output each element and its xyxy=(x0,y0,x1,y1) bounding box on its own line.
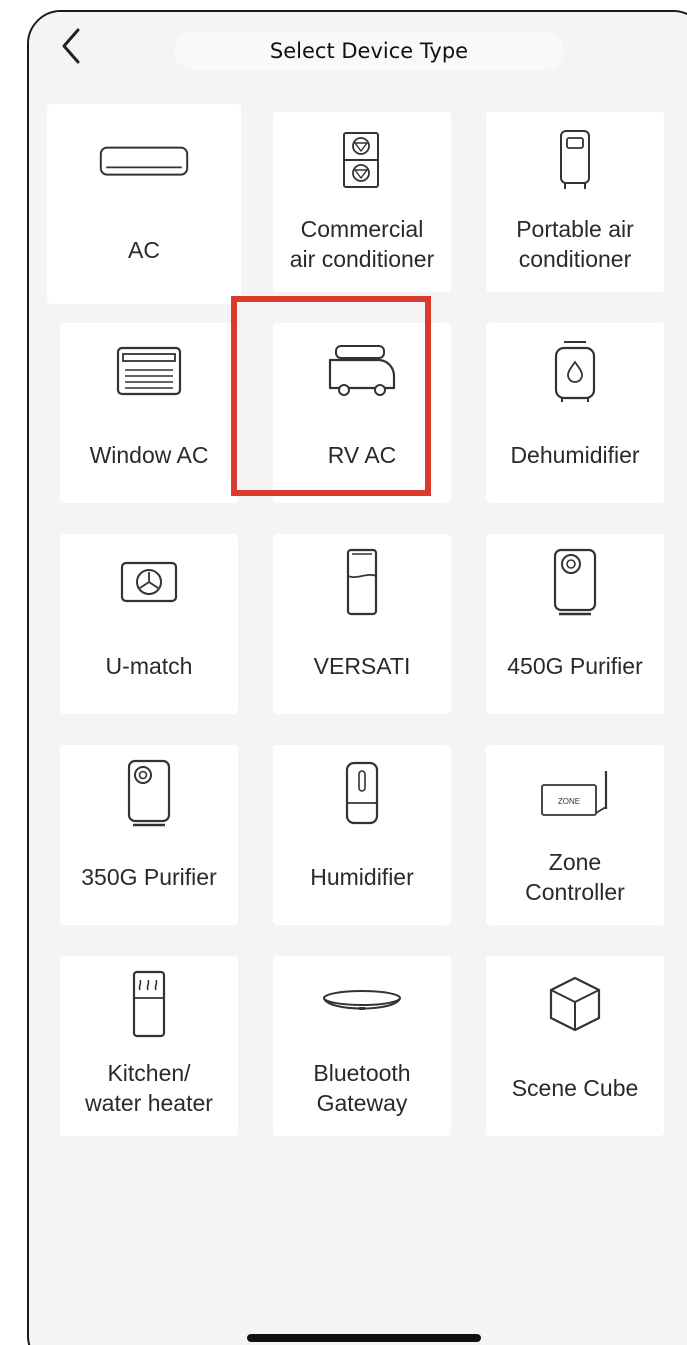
device-label: 350G Purifier xyxy=(81,864,217,890)
device-label: Zone Controller xyxy=(525,849,625,905)
dehumidifier-icon xyxy=(530,337,620,405)
device-card-zone-controller[interactable]: ZONE Zone Controller xyxy=(486,745,664,925)
back-button[interactable] xyxy=(51,26,91,66)
device-label: VERSATI xyxy=(313,653,411,679)
device-label: Commercial air conditioner xyxy=(289,216,435,272)
bluetooth-gateway-icon xyxy=(317,970,407,1038)
device-card-ac[interactable]: AC xyxy=(47,104,241,304)
device-card-portable-ac[interactable]: Portable air conditioner xyxy=(486,112,664,292)
water-heater-icon xyxy=(104,970,194,1038)
device-label: RV AC xyxy=(327,442,397,468)
commercial-ac-icon xyxy=(317,126,407,194)
home-indicator xyxy=(247,1334,481,1342)
device-label: 450G Purifier xyxy=(507,653,643,679)
portable-ac-icon xyxy=(530,126,620,194)
versati-icon xyxy=(317,548,407,616)
device-card-rv-ac[interactable]: RV AC xyxy=(273,323,451,503)
rv-ac-icon xyxy=(317,337,407,405)
device-card-scene-cube[interactable]: Scene Cube xyxy=(486,956,664,1136)
window-ac-icon xyxy=(104,337,194,405)
purifier-450g-icon xyxy=(530,548,620,616)
page-title-text: Select Device Type xyxy=(269,39,469,63)
device-label: Bluetooth Gateway xyxy=(313,1060,411,1116)
purifier-350g-icon xyxy=(104,759,194,827)
device-label: Window AC xyxy=(89,442,209,468)
device-card-versati[interactable]: VERSATI xyxy=(273,534,451,714)
device-card-humidifier[interactable]: Humidifier xyxy=(273,745,451,925)
device-label: U-match xyxy=(105,653,193,679)
device-card-bluetooth-gateway[interactable]: Bluetooth Gateway xyxy=(273,956,451,1136)
device-card-450g-purifier[interactable]: 450G Purifier xyxy=(486,534,664,714)
u-match-icon xyxy=(104,548,194,616)
device-card-window-ac[interactable]: Window AC xyxy=(60,323,238,503)
device-card-commercial-ac[interactable]: Commercial air conditioner xyxy=(273,112,451,292)
scene-cube-icon xyxy=(530,970,620,1038)
device-label: Kitchen/ water heater xyxy=(85,1060,213,1116)
device-label: Portable air conditioner xyxy=(516,216,634,272)
device-label: AC xyxy=(128,237,160,263)
phone-frame: Select Device Type AC Commercial air con… xyxy=(27,10,687,1345)
device-card-u-match[interactable]: U-match xyxy=(60,534,238,714)
page-title: Select Device Type xyxy=(174,32,564,70)
zone-controller-icon: ZONE xyxy=(530,759,620,827)
device-card-dehumidifier[interactable]: Dehumidifier xyxy=(486,323,664,503)
device-label: Dehumidifier xyxy=(510,442,640,468)
humidifier-icon xyxy=(317,759,407,827)
device-card-water-heater[interactable]: Kitchen/ water heater xyxy=(60,956,238,1136)
device-label: Humidifier xyxy=(310,864,414,890)
zone-icon-text: ZONE xyxy=(558,797,580,806)
page: Select Device Type AC Commercial air con… xyxy=(0,0,687,1345)
wall-ac-icon xyxy=(99,128,189,196)
chevron-left-icon xyxy=(60,27,82,65)
header: Select Device Type xyxy=(29,12,687,94)
device-card-350g-purifier[interactable]: 350G Purifier xyxy=(60,745,238,925)
device-label: Scene Cube xyxy=(511,1075,639,1101)
